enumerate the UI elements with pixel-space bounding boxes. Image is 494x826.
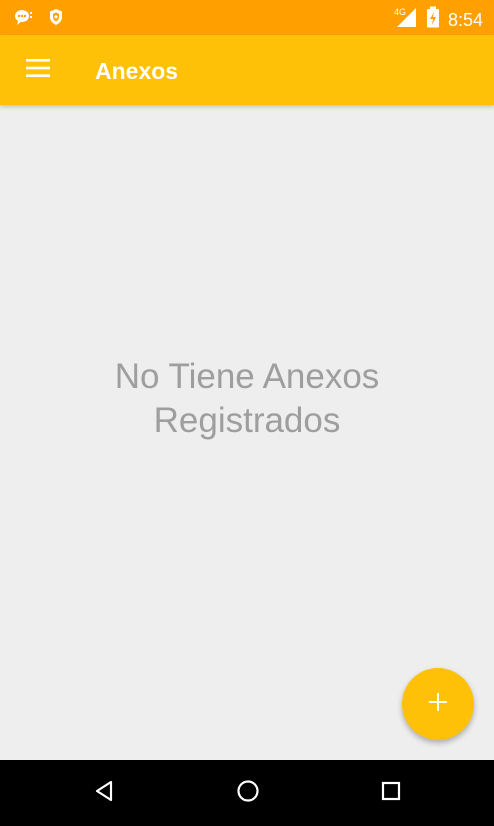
empty-state-line-1: No Tiene Anexos xyxy=(114,357,380,396)
app-bar: Anexos xyxy=(0,35,494,105)
hamburger-menu-icon xyxy=(26,58,50,82)
chat-notification-icon xyxy=(14,8,34,31)
shield-icon xyxy=(48,8,64,31)
screen: 4G 8:54 Anexos No Tiene Anexos Registrad… xyxy=(0,0,494,826)
back-icon xyxy=(92,779,116,808)
status-bar: 4G 8:54 xyxy=(0,0,494,35)
status-system: 4G 8:54 xyxy=(394,6,483,33)
main-content: No Tiene Anexos Registrados xyxy=(0,105,494,760)
empty-state-line-2: Registrados xyxy=(153,401,341,440)
signal-4g-icon: 4G xyxy=(394,6,418,33)
recents-button[interactable] xyxy=(371,773,411,813)
home-icon xyxy=(236,779,260,808)
system-nav-bar xyxy=(0,760,494,826)
add-anexo-button[interactable] xyxy=(402,668,474,740)
battery-charging-icon xyxy=(426,6,440,33)
plus-icon xyxy=(429,692,447,716)
back-button[interactable] xyxy=(84,773,124,813)
page-title: Anexos xyxy=(95,58,179,84)
status-notifications xyxy=(14,8,64,31)
status-time: 8:54 xyxy=(447,9,483,30)
svg-text:4G: 4G xyxy=(394,7,406,17)
recents-icon xyxy=(379,779,403,808)
home-button[interactable] xyxy=(228,773,268,813)
empty-state-message: No Tiene Anexos Registrados xyxy=(0,355,494,443)
menu-button[interactable] xyxy=(14,46,62,94)
